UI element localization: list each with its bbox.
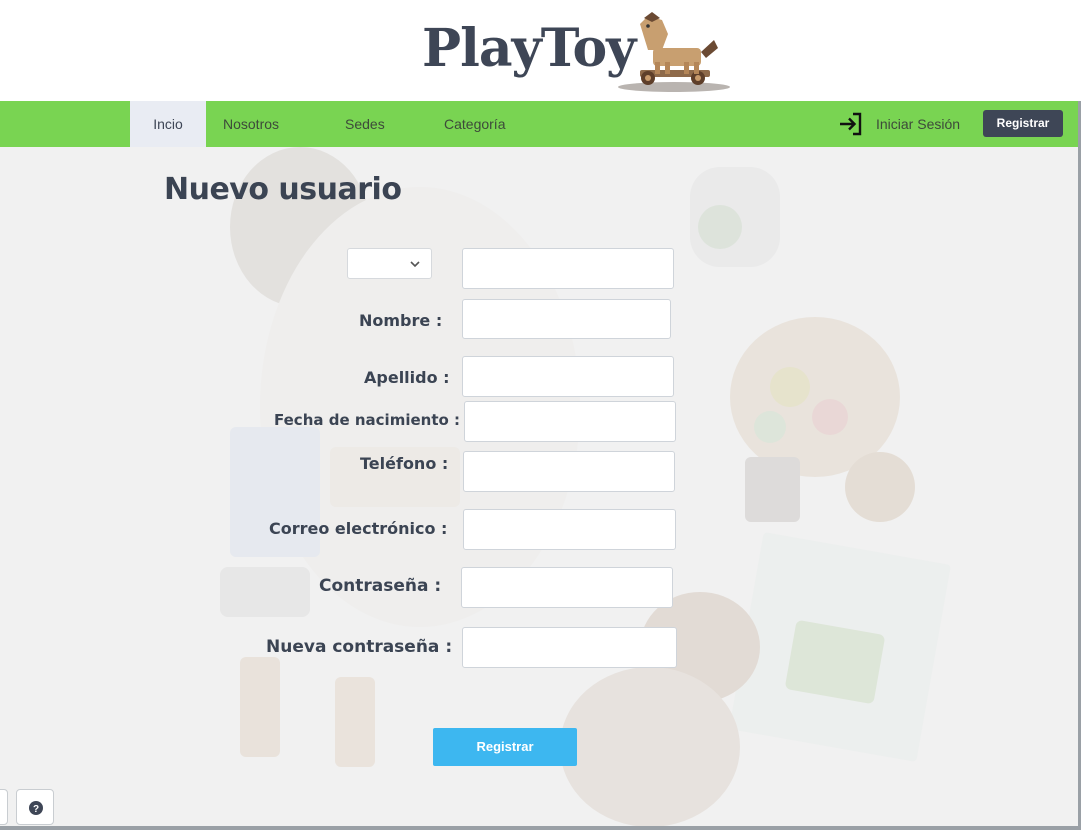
document-number-input[interactable] [462, 248, 674, 289]
document-type-select[interactable] [347, 248, 432, 279]
form-title: Nuevo usuario [164, 172, 402, 207]
question-circle-icon: ? [29, 801, 43, 815]
sign-in-icon [840, 112, 862, 136]
contrasena-label: Contraseña : [319, 576, 442, 596]
site-header: PlayToy [0, 0, 1081, 101]
login-link[interactable]: Iniciar Sesión [838, 101, 960, 147]
nueva-contrasena-input[interactable] [462, 627, 677, 668]
register-nav-button[interactable]: Registrar [983, 110, 1063, 137]
svg-text:?: ? [33, 804, 39, 815]
window-bottom-border [0, 826, 1081, 830]
nav-item-inicio[interactable]: Incio [130, 101, 206, 147]
side-widget[interactable] [0, 789, 8, 825]
wooden-horse-icon [618, 12, 730, 92]
contrasena-input[interactable] [461, 567, 673, 608]
apellido-label: Apellido : [364, 368, 450, 387]
help-button[interactable]: ? [16, 789, 54, 825]
chevron-down-icon [410, 261, 420, 268]
login-label: Iniciar Sesión [876, 116, 961, 132]
telefono-input[interactable] [463, 451, 675, 492]
nombre-input[interactable] [462, 299, 671, 339]
apellido-input[interactable] [462, 356, 674, 397]
nav-item-categoria[interactable]: Categoría [444, 101, 505, 147]
nueva-contrasena-label: Nueva contraseña : [266, 637, 453, 657]
nav-item-nosotros[interactable]: Nosotros [223, 101, 279, 147]
main-nav: Incio Nosotros Sedes Categoría Iniciar S… [0, 101, 1081, 147]
correo-label: Correo electrónico : [269, 519, 448, 538]
telefono-label: Teléfono : [360, 454, 449, 473]
register-submit-button[interactable]: Registrar [433, 728, 577, 766]
nav-item-sedes[interactable]: Sedes [345, 101, 385, 147]
fecha-nacimiento-label: Fecha de nacimiento : [274, 411, 461, 429]
correo-input[interactable] [463, 509, 676, 550]
nombre-label: Nombre : [359, 311, 443, 330]
brand-name[interactable]: PlayToy [422, 18, 636, 79]
fecha-nacimiento-input[interactable] [464, 401, 676, 442]
